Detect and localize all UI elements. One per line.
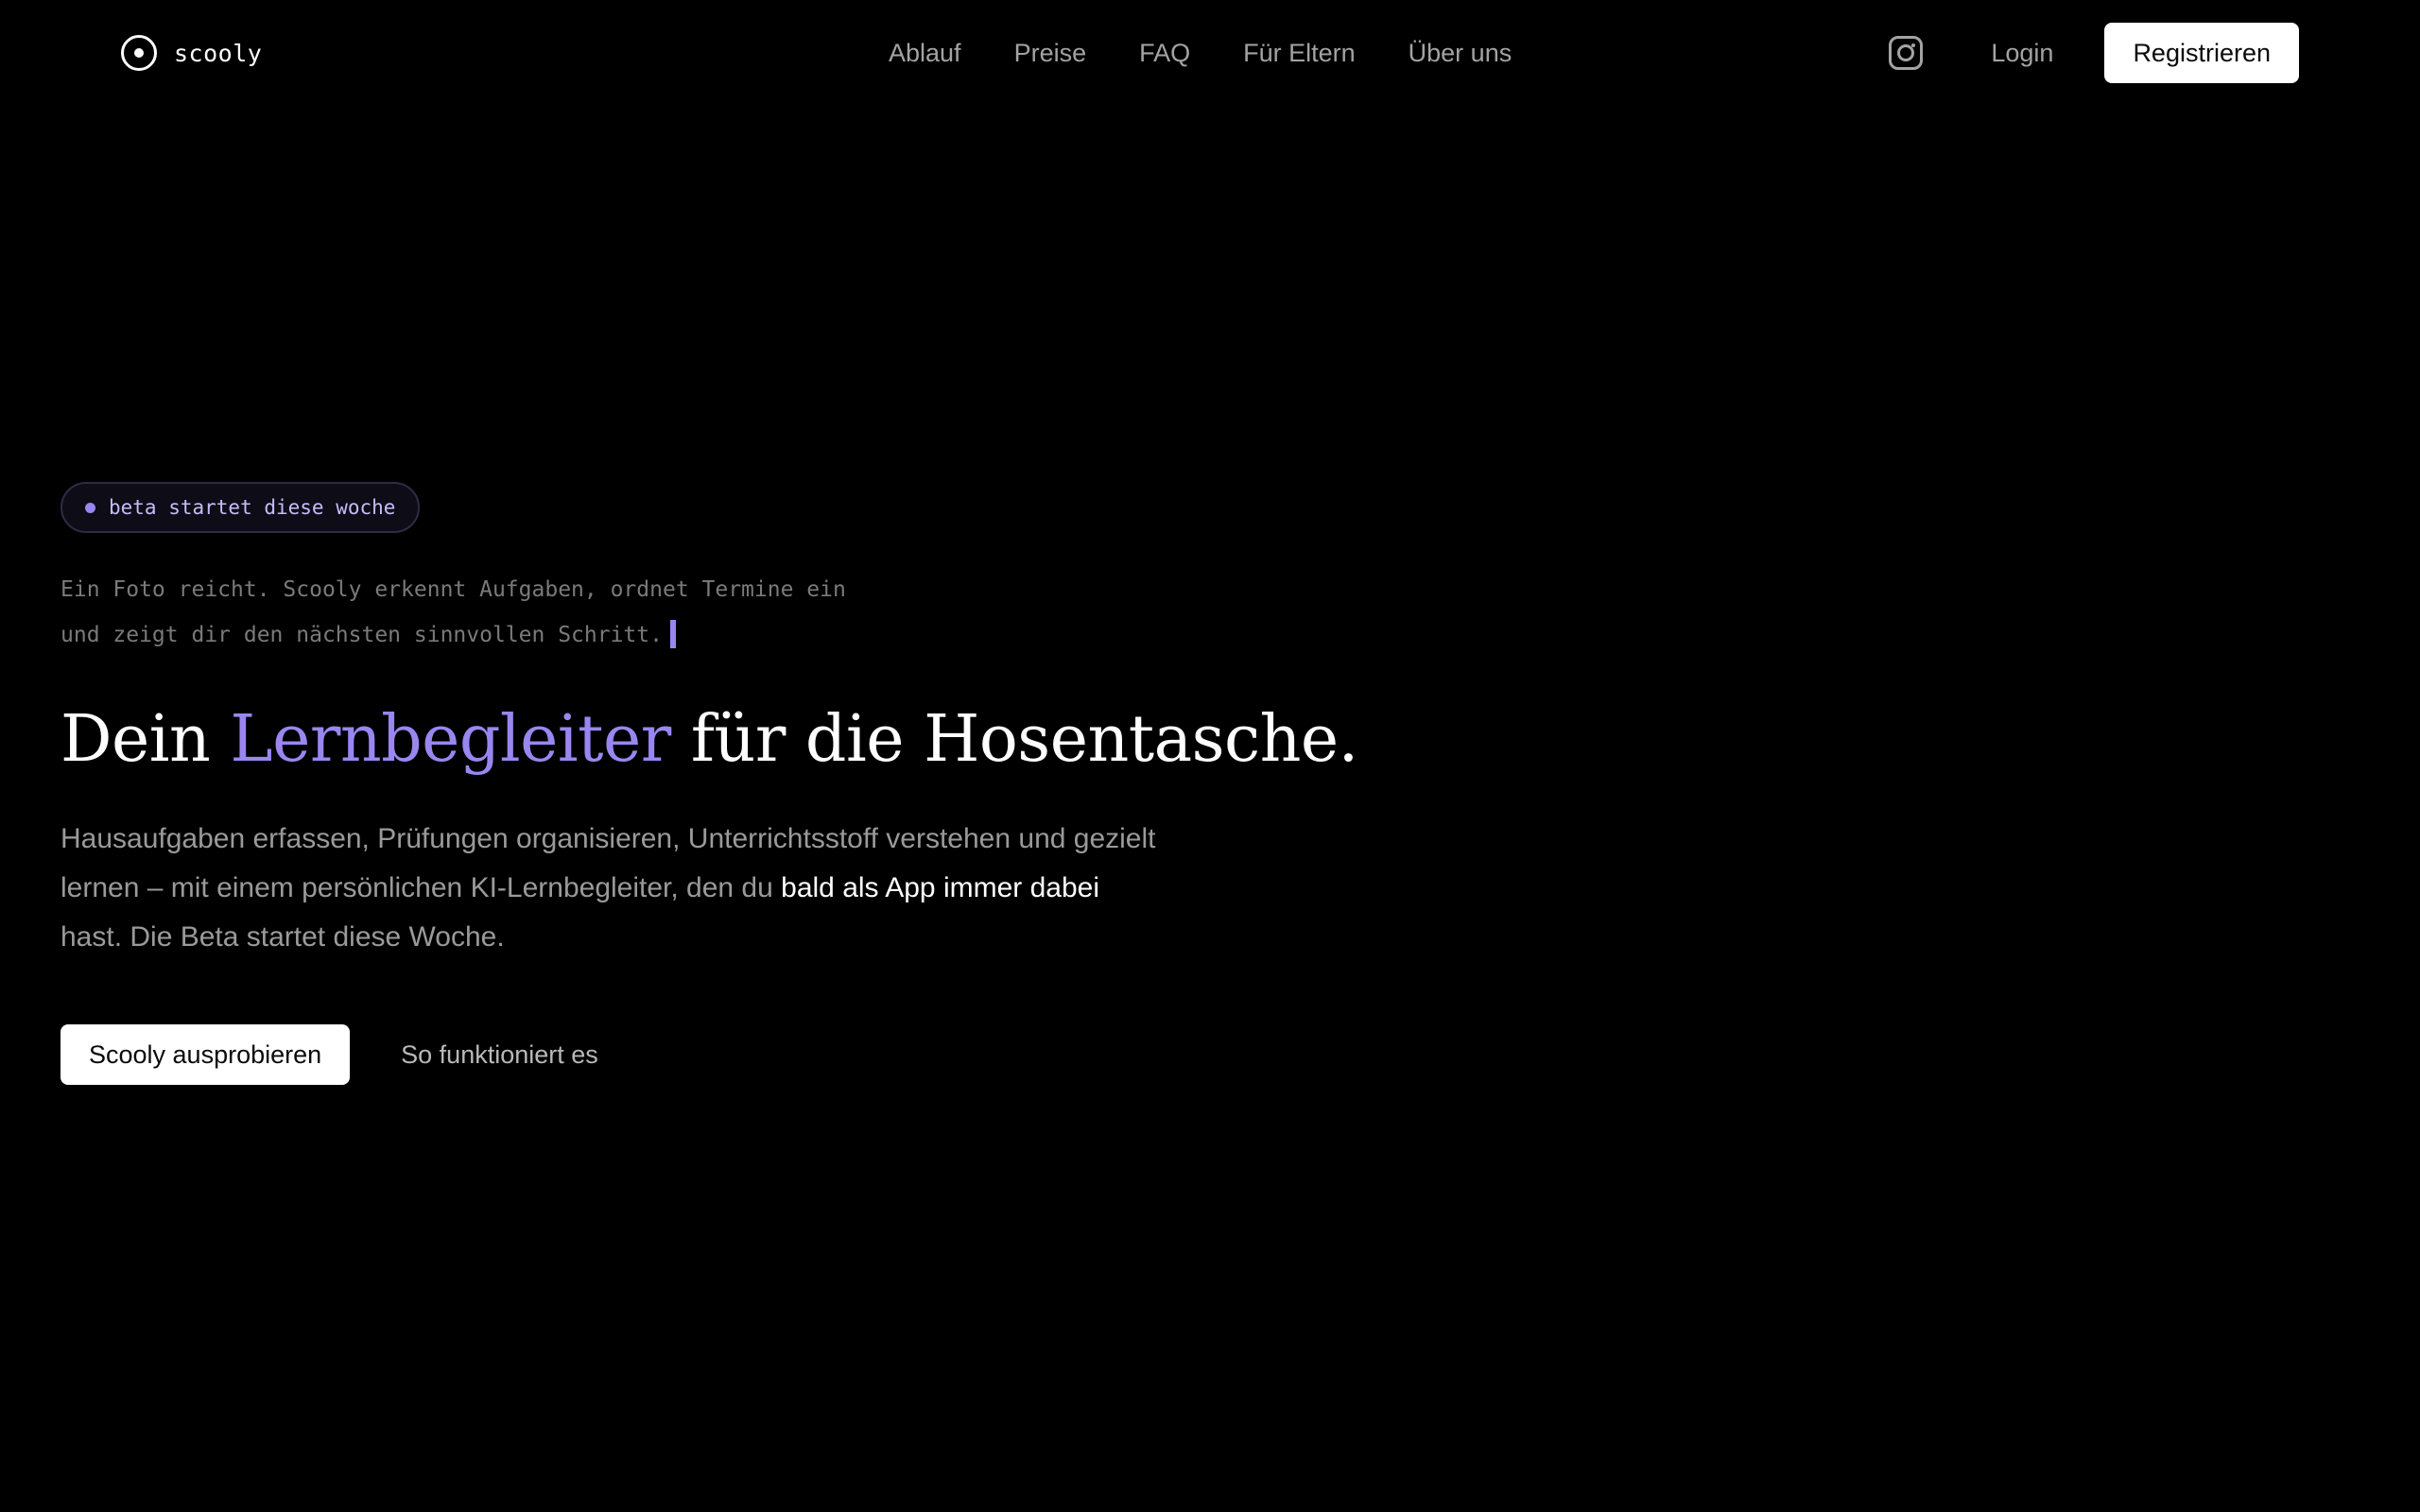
brand-logo-link[interactable]: scooly (121, 34, 262, 72)
instagram-icon[interactable] (1889, 36, 1924, 70)
top-navigation: scooly Ablauf Preise FAQ Für Eltern Über… (0, 0, 2420, 106)
nav-link-ueber-uns[interactable]: Über uns (1409, 39, 1512, 68)
how-it-works-link[interactable]: So funktioniert es (401, 1040, 598, 1070)
typewriter-line-1: Ein Foto reicht. Scooly erkennt Aufgaben… (60, 577, 846, 602)
beta-badge-label: beta startet diese woche (109, 496, 396, 519)
headline-after: für die Hosentasche. (670, 702, 1358, 777)
headline-accent: Lernbegleiter (230, 702, 671, 777)
typewriter-text: Ein Foto reicht. Scooly erkennt Aufgaben… (60, 567, 1384, 658)
hero-section: beta startet diese woche Ein Foto reicht… (60, 482, 1384, 1085)
headline-before: Dein (60, 702, 231, 777)
login-link[interactable]: Login (1991, 39, 2053, 68)
register-button[interactable]: Registrieren (2104, 23, 2299, 83)
description-part-2: hast. Die Beta startet diese Woche. (60, 921, 505, 953)
description-highlight: bald als App immer dabei (781, 872, 1099, 903)
status-dot-icon (85, 502, 95, 513)
nav-link-preise[interactable]: Preise (1014, 39, 1087, 68)
typewriter-line-2: und zeigt dir den nächsten sinnvollen Sc… (60, 623, 663, 647)
nav-link-ablauf[interactable]: Ablauf (889, 39, 961, 68)
nav-link-faq[interactable]: FAQ (1139, 39, 1190, 68)
try-scooly-button[interactable]: Scooly ausprobieren (60, 1024, 351, 1085)
hero-description: Hausaufgaben erfassen, Prüfungen organis… (60, 815, 1157, 962)
hero-headline: Dein Lernbegleiter für die Hosentasche. (60, 701, 1384, 779)
nav-actions: Login Registrieren (1889, 23, 2299, 83)
beta-badge: beta startet diese woche (60, 482, 421, 533)
brand-name: scooly (174, 39, 263, 67)
hero-actions: Scooly ausprobieren So funktioniert es (60, 1024, 1384, 1085)
typewriter-line-2-wrap: und zeigt dir den nächsten sinnvollen Sc… (60, 612, 1384, 658)
main-menu: Ablauf Preise FAQ Für Eltern Über uns (889, 34, 1512, 72)
typing-cursor (669, 619, 676, 648)
circle-dot-icon (121, 35, 157, 71)
nav-link-fuer-eltern[interactable]: Für Eltern (1243, 39, 1356, 68)
